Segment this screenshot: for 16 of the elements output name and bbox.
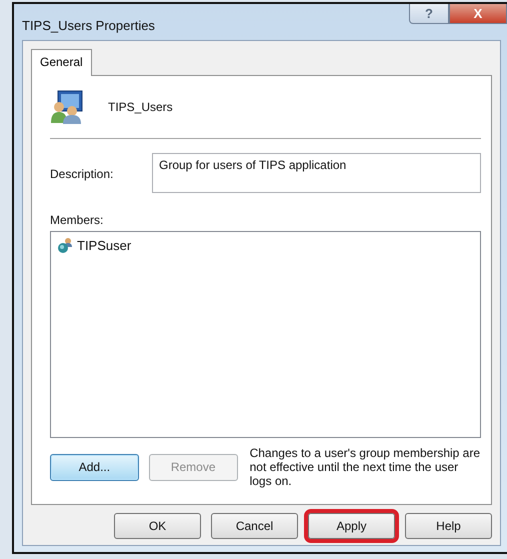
description-field[interactable]: Group for users of TIPS application xyxy=(152,153,481,193)
window-title: TIPS_Users Properties xyxy=(22,18,155,33)
description-label: Description: xyxy=(50,166,114,181)
group-name: TIPS_Users xyxy=(108,100,173,114)
member-item[interactable]: TIPSuser xyxy=(55,236,476,254)
group-icon xyxy=(50,90,84,124)
dialog-button[interactable]: OK xyxy=(114,513,201,539)
members-list[interactable]: TIPSuser xyxy=(50,231,481,438)
dialog-button[interactable]: Help xyxy=(405,513,492,539)
members-label: Members: xyxy=(50,213,104,227)
membership-note: Changes to a user's group membership are not effective until the next time the user logs on. xyxy=(250,446,481,488)
user-icon xyxy=(57,237,73,253)
dialog-button[interactable]: Cancel xyxy=(211,513,298,539)
tab[interactable]: General xyxy=(31,49,92,76)
add-button[interactable]: Add... xyxy=(50,454,139,480)
help-button[interactable]: ? xyxy=(409,4,449,24)
